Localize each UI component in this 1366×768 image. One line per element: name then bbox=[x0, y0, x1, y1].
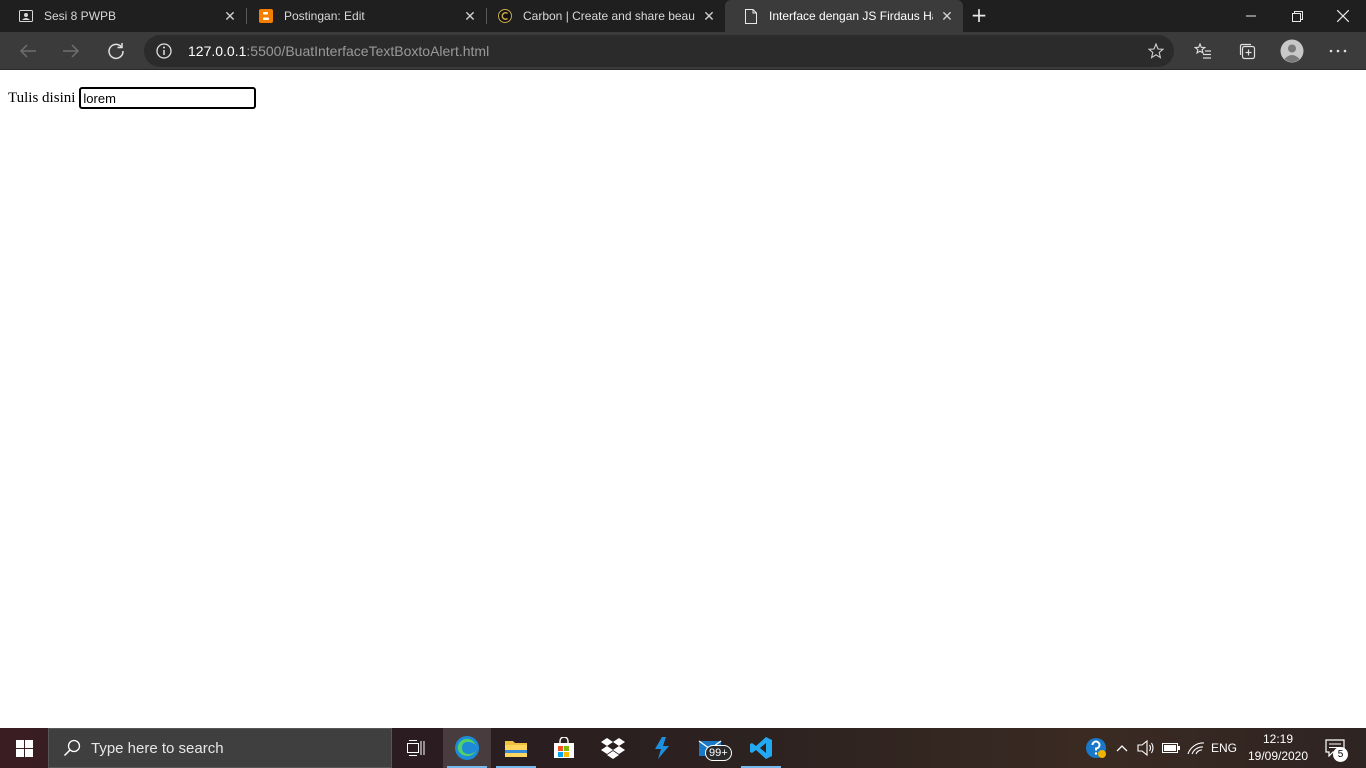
vscode-icon[interactable] bbox=[737, 728, 785, 768]
tab-title: Sesi 8 PWPB bbox=[44, 9, 117, 23]
file-explorer-icon[interactable] bbox=[492, 728, 540, 768]
clock-date: 19/09/2020 bbox=[1247, 749, 1309, 763]
input-label: Tulis disini bbox=[8, 89, 76, 106]
back-button[interactable] bbox=[13, 36, 43, 66]
favorites-icon[interactable] bbox=[1188, 36, 1218, 66]
volume-icon[interactable] bbox=[1135, 728, 1157, 768]
battery-icon[interactable] bbox=[1160, 728, 1182, 768]
close-icon[interactable]: ✕ bbox=[462, 8, 478, 24]
star-icon[interactable] bbox=[1147, 42, 1165, 59]
close-window-button[interactable] bbox=[1320, 0, 1366, 32]
contact-card-icon bbox=[18, 8, 34, 24]
text-input[interactable] bbox=[79, 87, 257, 109]
close-icon[interactable]: ✕ bbox=[701, 8, 717, 24]
close-icon[interactable]: ✕ bbox=[939, 8, 955, 24]
browser-titlebar: Sesi 8 PWPB ✕ Postingan: Edit ✕ Carbon |… bbox=[0, 0, 1366, 32]
new-tab-button[interactable]: + bbox=[968, 5, 990, 27]
more-options-icon[interactable] bbox=[1323, 36, 1353, 66]
tab-title: Carbon | Create and share beauti bbox=[523, 9, 695, 23]
browser-toolbar: 127.0.0.1:5500/BuatInterfaceTextBoxtoAle… bbox=[0, 32, 1366, 70]
help-icon[interactable] bbox=[1082, 728, 1110, 768]
mail-unread-badge: 99+ bbox=[705, 745, 732, 761]
page-content: Tulis disini bbox=[0, 71, 1366, 728]
carbon-icon bbox=[497, 8, 513, 24]
refresh-button[interactable] bbox=[101, 36, 131, 66]
close-icon[interactable]: ✕ bbox=[222, 8, 238, 24]
tab-postingan-edit[interactable]: Postingan: Edit ✕ bbox=[240, 0, 486, 32]
address-bar[interactable]: 127.0.0.1:5500/BuatInterfaceTextBoxtoAle… bbox=[144, 35, 1174, 67]
tab-interface-js[interactable]: Interface dengan JS Firdaus Haqi ✕ bbox=[725, 0, 963, 32]
forward-button[interactable] bbox=[56, 36, 86, 66]
task-view-icon[interactable] bbox=[392, 728, 440, 768]
url-host: 127.0.0.1 bbox=[188, 43, 247, 59]
start-button[interactable] bbox=[0, 728, 48, 768]
windows-taskbar: Type here to search 99+ ENG 12:19 19/09/… bbox=[0, 728, 1366, 768]
tab-sesi-8-pwpb[interactable]: Sesi 8 PWPB ✕ bbox=[0, 0, 246, 32]
edge-browser-icon[interactable] bbox=[443, 728, 491, 768]
page-icon bbox=[743, 8, 759, 24]
search-placeholder: Type here to search bbox=[91, 739, 224, 757]
notification-count-badge: 5 bbox=[1333, 747, 1348, 762]
collections-icon[interactable] bbox=[1232, 36, 1262, 66]
azure-data-studio-icon[interactable] bbox=[638, 728, 686, 768]
text-form: Tulis disini bbox=[8, 87, 257, 109]
tab-title: Postingan: Edit bbox=[284, 9, 365, 23]
url-text: 127.0.0.1:5500/BuatInterfaceTextBoxtoAle… bbox=[188, 43, 489, 59]
language-indicator[interactable]: ENG bbox=[1208, 728, 1240, 768]
taskbar-search-box[interactable]: Type here to search bbox=[48, 728, 392, 768]
clock-time: 12:19 bbox=[1262, 732, 1294, 746]
system-clock[interactable]: 12:19 19/09/2020 bbox=[1238, 731, 1318, 765]
microsoft-store-icon[interactable] bbox=[540, 728, 588, 768]
blogger-icon bbox=[258, 8, 274, 24]
tab-carbon[interactable]: Carbon | Create and share beauti ✕ bbox=[479, 0, 725, 32]
minimize-button[interactable] bbox=[1228, 0, 1274, 32]
info-icon[interactable] bbox=[156, 43, 172, 59]
url-path: :5500/BuatInterfaceTextBoxtoAlert.html bbox=[246, 43, 490, 59]
tab-title: Interface dengan JS Firdaus Haqi bbox=[769, 9, 933, 23]
dropbox-icon[interactable] bbox=[589, 728, 637, 768]
wifi-icon[interactable] bbox=[1185, 728, 1207, 768]
chevron-up-icon[interactable] bbox=[1112, 728, 1132, 768]
restore-button[interactable] bbox=[1274, 0, 1320, 32]
search-icon bbox=[63, 739, 81, 757]
profile-avatar-icon[interactable] bbox=[1277, 36, 1307, 66]
